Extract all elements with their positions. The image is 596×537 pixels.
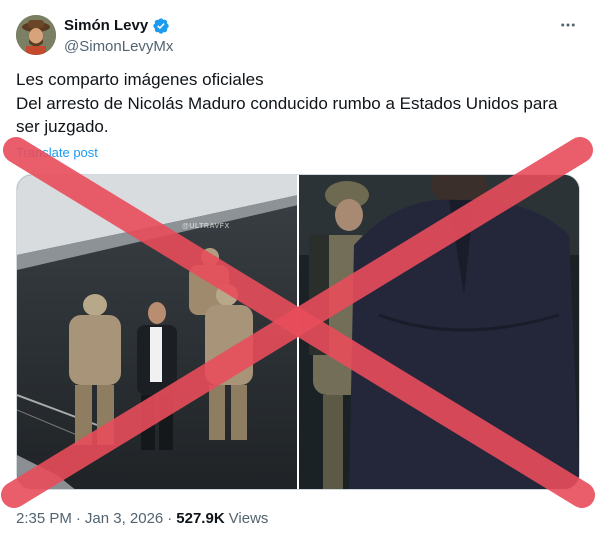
avatar[interactable] [16, 15, 56, 55]
author-name-row[interactable]: Simón Levy [64, 16, 170, 35]
tweet-text: Les comparto imágenes oficiales Del arre… [16, 70, 558, 136]
more-horizontal-icon [561, 23, 575, 27]
meta-separator: · [167, 510, 173, 527]
tweet-date[interactable]: Jan 3, 2026 [85, 509, 163, 528]
photo-soldier-back[interactable] [299, 175, 579, 489]
tweet-meta: 2:35 PM · Jan 3, 2026 · 527.9K Views [16, 509, 268, 528]
views-label: Views [228, 510, 269, 527]
meta-separator: · [75, 510, 81, 527]
avatar-image [16, 15, 56, 55]
more-options-button[interactable] [556, 14, 580, 36]
photo-arrest-escort[interactable]: @ULTRAVFX [17, 175, 297, 489]
watermark: @ULTRAVFX [182, 223, 230, 230]
views-count[interactable]: 527.9K [176, 509, 224, 528]
media-grid[interactable]: @ULTRAVFX [16, 174, 580, 490]
author-name[interactable]: Simón Levy [64, 16, 148, 35]
tweet-time[interactable]: 2:35 PM [16, 509, 72, 528]
verified-badge-icon [152, 17, 170, 35]
author-handle[interactable]: @SimonLevyMx [64, 37, 173, 56]
translate-post-link[interactable]: Translate post [16, 145, 98, 161]
